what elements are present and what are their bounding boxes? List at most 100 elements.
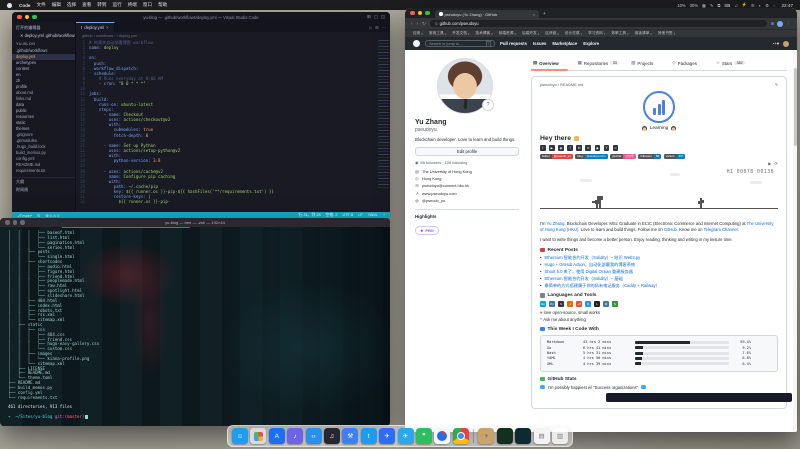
menu-item[interactable]: 帮助 (158, 2, 167, 8)
explorer-tree-item[interactable]: requirements.txt (12, 168, 75, 174)
tool-icon[interactable]: L (594, 301, 600, 307)
terminal-output[interactable]: │ │ │ ├── baseof.html│ │ │ ├── list.html… (0, 227, 390, 420)
browser-menu-icon[interactable]: ⋮ (786, 21, 791, 27)
profile-info-row[interactable]: ↗ www.pseudoyu.com (415, 191, 519, 196)
back-button[interactable]: ‹ (411, 21, 413, 26)
bookmark-folder[interactable]: 设计灵感▾ (565, 31, 582, 36)
extensions-icon[interactable]: ⊕ (771, 21, 775, 27)
shield-badge[interactable]: visitors 437 (664, 154, 686, 160)
status-icon[interactable]: 10% (677, 3, 685, 8)
menu-item[interactable]: 窗口 (143, 2, 152, 8)
tool-icon[interactable]: J (567, 301, 573, 307)
tool-icon[interactable]: D (585, 301, 591, 307)
status-icon[interactable]: ✎ (710, 3, 714, 8)
menu-item[interactable]: 编辑 (52, 2, 61, 8)
dock-app-icon[interactable]: ♪ (287, 428, 303, 444)
status-icon[interactable]: ♫ (735, 3, 738, 8)
menu-clock[interactable]: 22:47 (782, 3, 794, 8)
social-icon[interactable]: ✉ (585, 145, 591, 151)
post-link[interactable]: Shoot 5.0 来了，使用 Digital Ocean 重建服务器 (544, 269, 632, 274)
shield-badge[interactable]: followers 88 (638, 154, 661, 160)
menu-item[interactable]: 文件 (36, 2, 45, 8)
new-tab-button[interactable]: + (543, 10, 546, 18)
dock-app-icon[interactable]: t (361, 428, 377, 444)
tool-icon[interactable]: Go (540, 301, 546, 307)
open-editors-header[interactable]: 打开的编辑器 (12, 24, 75, 32)
apple-menu-icon[interactable] (7, 3, 12, 8)
minimap[interactable] (378, 40, 389, 190)
dock-app-icon[interactable]: ☺ (232, 428, 248, 444)
bookmark-folder[interactable]: 学习资料▾ (588, 31, 605, 36)
editor-action-icon[interactable]: ⊞ (375, 25, 379, 30)
social-icon[interactable]: ∞ (613, 145, 619, 151)
address-bar[interactable]: ⚿ github.com/pseudoyu (430, 20, 767, 27)
github-nav-item[interactable]: Explore (583, 41, 599, 46)
header-icon[interactable]: +▾ (774, 41, 779, 46)
dock-app-icon[interactable]: ❞ (416, 428, 432, 444)
dock-app-icon[interactable]: ⚒ (342, 428, 358, 444)
status-icon[interactable]: 30% (690, 3, 698, 8)
close-icon[interactable]: × (106, 25, 108, 30)
bookmark-folder[interactable]: 常用工具▾ (429, 31, 446, 36)
media-control-icon[interactable]: ⟳ (774, 161, 778, 166)
social-icon[interactable]: t (540, 145, 546, 151)
menu-item[interactable]: 运行 (113, 2, 122, 8)
dock-app-icon[interactable]: A (269, 428, 285, 444)
vscode-title-bar[interactable]: yu-blog — .github/workflows/deploy.yml —… (12, 12, 390, 22)
tool-icon[interactable]: S (558, 301, 564, 307)
menu-item[interactable]: 转到 (97, 2, 106, 8)
dock-app-icon[interactable]: ♫ (324, 428, 340, 444)
tool-icon[interactable]: ⎇ (576, 301, 582, 307)
browser-profile-avatar[interactable] (777, 21, 783, 27)
profile-info-row[interactable]: ◎ Hong Kong (415, 176, 519, 181)
status-icon[interactable]: ☰ (751, 3, 755, 8)
profile-info-row[interactable]: @ @pseudo_yu (415, 198, 519, 203)
social-icon[interactable]: in (576, 145, 582, 151)
dock-item-icon[interactable] (497, 428, 513, 444)
social-icon[interactable]: ◉ (558, 145, 564, 151)
post-link[interactable]: Ethereum 智能合约开发（Solidity）– 基础 (544, 276, 622, 281)
open-editor-item[interactable]: ✕ deploy.yml .github/workflows (12, 32, 75, 40)
social-icon[interactable]: ◉ (595, 145, 601, 151)
social-icon[interactable]: Y (604, 145, 610, 151)
followers-line[interactable]: ◉ 88 followers · 108 following (415, 160, 519, 165)
bookmark-folder[interactable]: 效率工具▾ (611, 31, 628, 36)
menu-item[interactable]: 查看 (82, 2, 91, 8)
dock-app-icon[interactable]: ✈ (398, 428, 414, 444)
profile-info-row[interactable]: ▤ The University of Hong Kong (415, 169, 519, 174)
dock-app-icon[interactable]: ✈ (379, 428, 395, 444)
media-control-icon[interactable]: ▶ (768, 161, 771, 166)
editor-tab-deploy-yml[interactable]: ! deploy.yml × (76, 22, 115, 32)
github-logo-icon[interactable] (413, 40, 420, 47)
dock-item-icon[interactable]: ▥ (552, 428, 568, 444)
status-icon[interactable]: ◐ (759, 3, 762, 8)
dock-item-icon[interactable]: ▾ (478, 428, 494, 444)
edit-pencil-icon[interactable]: ✎ (775, 82, 778, 87)
dock-app-icon[interactable] (250, 428, 266, 444)
bookmark-folder[interactable]: 前端资源▾ (499, 31, 516, 36)
window-controls[interactable] (410, 11, 430, 16)
status-icon[interactable]: ◌ (773, 3, 776, 8)
dock-app-icon[interactable] (453, 428, 469, 444)
bookmark-folder[interactable]: 区块链▾ (545, 31, 559, 36)
github-nav-item[interactable]: Issues (533, 41, 546, 46)
bookmark-folder[interactable]: 技术博客▾ (475, 31, 492, 36)
page-scrollbar[interactable] (793, 50, 797, 432)
dock-item-icon[interactable]: ▤ (534, 428, 550, 444)
shield-badge[interactable]: wechat 公众号 (610, 154, 636, 160)
bookmark-folder[interactable]: 应用▾ (413, 31, 423, 36)
status-icon[interactable]: ⧉ (718, 3, 721, 8)
dock-app-icon[interactable] (434, 428, 450, 444)
menu-app-name[interactable]: Code (19, 3, 30, 8)
layout-toggle-icon[interactable]: ⊞ (367, 14, 371, 20)
dino-game[interactable]: HI 00078 00130 (540, 167, 778, 217)
reload-button[interactable]: ↻ (422, 21, 426, 27)
profile-tab[interactable]: ☆ Stars 382 (714, 60, 747, 70)
profile-info-row[interactable]: ✉ pseudoyu@connect.hku.hk (415, 183, 519, 188)
post-link[interactable]: 最简单的方式搭建属于你的私有笔记服务（Caddy + Railway） (544, 283, 659, 288)
outline-header[interactable]: 大纲 (12, 177, 75, 186)
status-icon[interactable]: ▦ (702, 3, 706, 8)
github-avatar-small[interactable] (783, 41, 789, 47)
menu-item[interactable]: 选择 (67, 2, 76, 8)
close-icon[interactable]: × (533, 12, 535, 17)
